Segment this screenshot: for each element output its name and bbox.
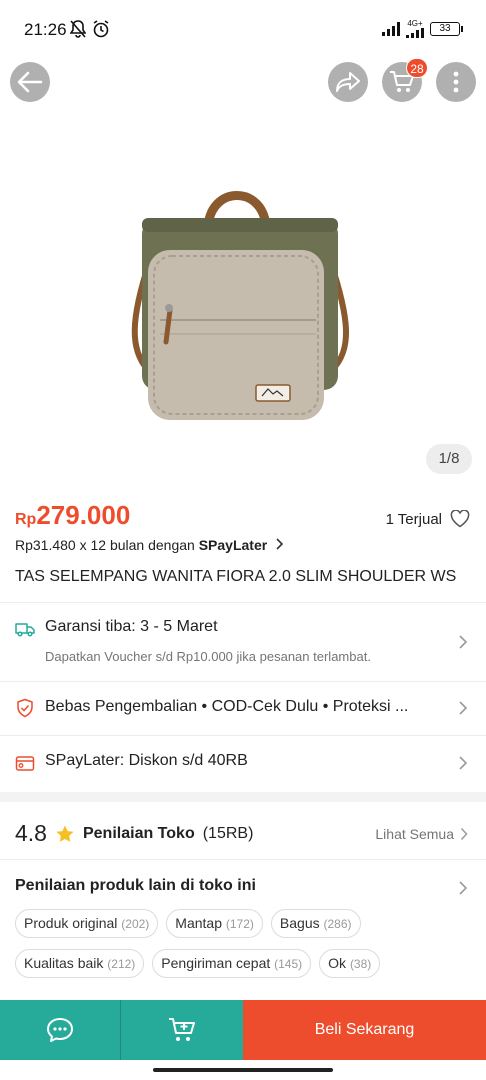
chevron-right-icon	[459, 635, 468, 649]
chat-icon	[47, 1018, 73, 1042]
alarm-icon	[93, 20, 109, 38]
chevron-right-icon	[459, 881, 468, 895]
chip-count: (286)	[323, 917, 352, 931]
sold-count: 1 Terjual	[385, 510, 442, 528]
product-image[interactable]	[120, 180, 360, 430]
cart-button[interactable]: 28	[382, 58, 428, 102]
chip-count: (202)	[121, 917, 150, 931]
rating-chip[interactable]: Bagus (286)	[270, 909, 361, 938]
add-to-cart-icon	[169, 1018, 195, 1041]
shield-check-icon	[17, 698, 33, 718]
more-button[interactable]	[436, 62, 476, 102]
chip-label: Bagus	[279, 915, 320, 931]
sold-info: 1 Terjual	[386, 510, 470, 528]
chip-count: (38)	[349, 957, 372, 971]
rating-chip[interactable]: Kualitas baik (212)	[15, 949, 145, 978]
divider	[0, 602, 486, 603]
share-button[interactable]	[328, 62, 368, 102]
see-all-link[interactable]: Lihat Semua	[375, 826, 468, 842]
chip-label: Ok	[328, 955, 347, 971]
bottom-action-bar: Beli Sekarang	[0, 1000, 486, 1060]
status-time: 21:26	[24, 20, 67, 39]
spaylater-label: SPayLater: Diskon s/d 40RB	[45, 752, 248, 769]
signal-icon-2	[406, 28, 424, 38]
chip-count: (145)	[274, 957, 303, 971]
home-indicator	[153, 1068, 333, 1072]
shop-rating-label: Penilaian Toko	[82, 824, 195, 842]
divider	[0, 681, 486, 682]
chip-count: (172)	[225, 917, 254, 931]
rating-chips-row-2: Kualitas baik (212) Pengiriman cepat (14…	[15, 949, 475, 978]
truck-icon	[15, 623, 35, 637]
chip-label: Pengiriman cepat	[161, 955, 271, 971]
cart-count-badge: 28	[406, 58, 428, 78]
chip-label: Mantap	[175, 915, 222, 931]
status-icons-right: 4G+ 33	[382, 20, 463, 38]
price-currency: Rp	[15, 511, 37, 528]
rating-chip[interactable]: Mantap (172)	[166, 909, 263, 938]
product-title: TAS SELEMPANG WANITA FIORA 2.0 SLIM SHOU…	[15, 568, 457, 585]
chip-count: (212)	[107, 957, 136, 971]
chevron-right-icon	[459, 701, 468, 715]
installment-text: Rp31.480 x 12 bulan dengan	[15, 537, 199, 553]
shipping-note: Dapatkan Voucher s/d Rp10.000 jika pesan…	[45, 649, 371, 664]
status-bar: 21:26 4G+ 33	[0, 0, 486, 60]
other-ratings-title: Penilaian produk lain di toko ini	[15, 877, 256, 894]
shop-rating-score: 4.8	[15, 820, 47, 846]
share-icon	[336, 72, 360, 92]
status-icons-left	[70, 20, 110, 38]
chevron-right-icon	[459, 756, 468, 770]
network-type: 4G+	[407, 19, 423, 28]
buy-now-button[interactable]: Beli Sekarang	[243, 1000, 486, 1060]
shop-rating-count: (15RB)	[202, 824, 254, 842]
notifications-off-icon	[70, 20, 86, 38]
price: Rp279.000	[15, 500, 130, 531]
section-separator	[0, 792, 486, 802]
rating-chips-row-1: Produk original (202) Mantap (172) Bagus…	[15, 909, 475, 938]
chip-label: Produk original	[24, 915, 118, 931]
chat-button[interactable]	[0, 1000, 121, 1060]
chip-label: Kualitas baik	[24, 955, 104, 971]
shop-rating: 4.8 Penilaian Toko (15RB)	[15, 820, 253, 847]
rating-chip[interactable]: Produk original (202)	[15, 909, 159, 938]
rating-chip[interactable]: Ok (38)	[319, 949, 381, 978]
signal-icon	[382, 22, 400, 36]
price-amount: 279.000	[36, 500, 131, 530]
image-pager: 1/8	[426, 444, 472, 474]
services-label: Bebas Pengembalian • COD-Cek Dulu • Prot…	[45, 698, 409, 715]
divider	[0, 735, 486, 736]
back-button[interactable]	[10, 62, 50, 102]
rating-chip[interactable]: Pengiriman cepat (145)	[152, 949, 312, 978]
heart-icon[interactable]	[450, 510, 470, 528]
add-to-cart-button[interactable]	[121, 1000, 243, 1060]
battery-icon: 33	[430, 22, 463, 36]
installment-brand: SPayLater	[198, 537, 268, 553]
more-vertical-icon	[453, 71, 459, 93]
star-icon	[56, 825, 74, 842]
shipping-label: Garansi tiba: 3 - 5 Maret	[45, 618, 218, 635]
chevron-right-icon	[276, 538, 284, 550]
chevron-right-icon	[460, 827, 468, 841]
see-all-label: Lihat Semua	[375, 826, 454, 842]
wallet-icon	[15, 756, 35, 771]
divider	[0, 859, 486, 860]
installment-link[interactable]: Rp31.480 x 12 bulan dengan SPayLater	[15, 537, 284, 553]
network-indicator: 4G+	[406, 20, 424, 38]
arrow-left-icon	[17, 71, 43, 93]
